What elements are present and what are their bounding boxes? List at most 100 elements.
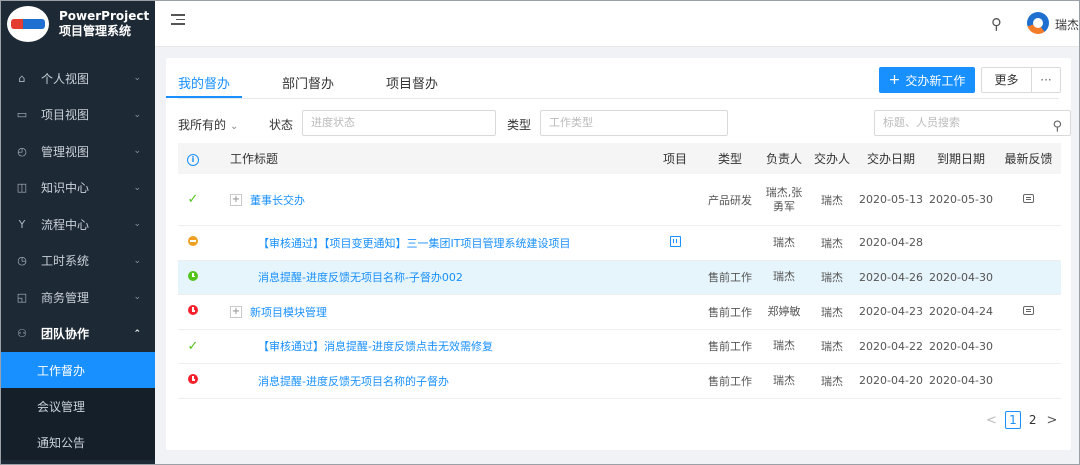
search-icon[interactable]: ⚲ (1052, 115, 1062, 139)
new-task-button[interactable]: + 交办新工作 (879, 67, 975, 93)
status-red-icon (188, 305, 198, 316)
cell-owner: 郑婷敏 (767, 304, 801, 318)
book-icon: ◫ (16, 181, 28, 195)
cell-assigner: 瑞杰 (821, 271, 843, 285)
cell-assigner: 瑞杰 (821, 236, 843, 250)
tab-0[interactable]: 我的督办 (165, 58, 243, 98)
cell-due-date: 2020-05-30 (929, 193, 993, 206)
header-due-date: 到期日期 (936, 152, 985, 166)
status-orange-icon (188, 236, 198, 247)
info-icon[interactable]: i (187, 154, 199, 166)
company-logo (7, 6, 49, 42)
table-row[interactable]: 【审核通过】【项目变更通知】三一集团IT项目管理系统建设项目 瑞杰 瑞杰 2020-0… (178, 226, 1061, 261)
sidebar-item-4[interactable]: Y 流程中心 ⌄ (1, 206, 155, 243)
prev-page-button[interactable]: < (986, 413, 997, 428)
table-row[interactable]: ✓ 【审核通过】消息提醒-进度反馈点击无效需修复 售前工作 瑞杰 瑞杰 2020-04-2… (178, 330, 1061, 364)
brand[interactable]: PowerProject 项目管理系统 (1, 1, 155, 47)
status-filter-input[interactable]: 进度状态 (302, 110, 496, 136)
task-title-link[interactable]: 董事长交办 (250, 192, 305, 208)
task-title-link[interactable]: 【审核通过】【项目变更通知】三一集团IT项目管理系统建设项目 (258, 235, 570, 251)
next-page-button[interactable]: > (1047, 413, 1058, 428)
chevron-icon: ⌄ (133, 292, 141, 303)
table-row[interactable]: ✓ + 董事长交办 产品研发 瑞杰,张勇军 瑞杰 2020-05-13 2020-05-30 (178, 174, 1061, 226)
cell-due-date: 2020-04-30 (929, 374, 993, 388)
sidebar-subitem-2[interactable]: 通知公告 (1, 424, 155, 460)
more-button[interactable]: 更多 (982, 68, 1032, 92)
project-icon[interactable] (669, 235, 681, 247)
sidebar-item-3[interactable]: ◫ 知识中心 ⌄ (1, 170, 155, 207)
cell-owner: 瑞杰 (773, 373, 795, 387)
brand-subtitle: 项目管理系统 (59, 24, 132, 38)
page-2-button[interactable]: 2 (1029, 413, 1037, 427)
search-icon[interactable]: ⚲ (991, 15, 1002, 33)
check-icon: ✓ (187, 192, 199, 207)
owner-filter-dropdown[interactable]: 我所有的 ⌄ (178, 116, 238, 133)
chevron-icon: ⌄ (133, 109, 141, 120)
cell-type: 产品研发 (708, 193, 752, 207)
table-row[interactable]: 消息提醒-进度反馈无项目名称的子督办 售前工作 瑞杰 瑞杰 2020-04-20 2020… (178, 364, 1061, 399)
home-icon: ⌂ (18, 71, 26, 85)
type-filter-label: 类型 (507, 118, 532, 132)
cell-assigner: 瑞杰 (821, 193, 843, 207)
app-window: PowerProject 项目管理系统 ⌂ 个人视图 ⌄ ▭ 项目视图 ⌄ ◴ 管理视图 ⌄ ◫ 知… (0, 0, 1080, 465)
sidebar-item-label: 工时系统 (41, 254, 90, 269)
task-title-link[interactable]: 新项目模块管理 (250, 304, 327, 320)
expand-icon[interactable]: + (230, 305, 242, 318)
chevron-icon: ⌄ (133, 73, 141, 84)
tab-bar: 我的督办 部门督办 项目督办 (165, 58, 490, 98)
search-input[interactable]: 标题、人员搜索 ⚲ (874, 110, 1071, 136)
feedback-icon[interactable] (1023, 194, 1034, 203)
tab-2[interactable]: 项目督办 (386, 58, 438, 98)
cell-owner: 瑞杰 (773, 235, 795, 249)
task-table: i 工作标题 项目 类型 负责人 交办人 交办日期 到期日期 最新反馈 ✓ + 董事… (178, 143, 1061, 399)
header-assigner: 交办人 (813, 152, 850, 166)
sidebar-item-label: 知识中心 (41, 181, 90, 196)
cell-owner: 瑞杰,张勇军 (765, 185, 803, 213)
page-1-button[interactable]: 1 (1004, 411, 1021, 429)
cell-assign-date: 2020-04-20 (859, 374, 923, 388)
sidebar-item-label: 商务管理 (41, 290, 90, 305)
sidebar-subitem-1[interactable]: 会议管理 (1, 388, 155, 424)
table-row[interactable]: 消息提醒-进度反馈无项目名称-子督办002 售前工作 瑞杰 瑞杰 2020-04-26 2… (178, 260, 1061, 295)
sidebar-subitem-0[interactable]: 工作督办 (1, 352, 155, 388)
task-title-link[interactable]: 消息提醒-进度反馈无项目名称-子督办002 (258, 269, 463, 285)
task-title-link[interactable]: 【审核通过】消息提醒-进度反馈点击无效需修复 (258, 338, 493, 354)
more-button-group: 更多 ··· (981, 67, 1061, 93)
type-filter-input[interactable]: 工作类型 (540, 110, 728, 136)
feedback-icon[interactable] (1023, 306, 1034, 316)
avatar[interactable] (1027, 12, 1049, 34)
chevron-icon: ⌄ (133, 219, 141, 230)
main-card: 我的督办 部门督办 项目督办 + 交办新工作 更多 ··· 我所有的 ⌄ 状态 进度状… (165, 58, 1071, 450)
header-type: 类型 (717, 152, 742, 166)
user-name[interactable]: 瑞杰 (1055, 16, 1079, 33)
sidebar-item-2[interactable]: ◴ 管理视图 ⌄ (1, 133, 155, 170)
cell-assign-date: 2020-04-28 (859, 236, 923, 250)
chevron-icon: ⌃ (133, 328, 141, 339)
menu-fold-icon[interactable] (171, 14, 185, 28)
new-task-label: 交办新工作 (905, 73, 966, 88)
sidebar-item-5[interactable]: ◷ 工时系统 ⌄ (1, 243, 155, 280)
cell-owner: 瑞杰 (773, 339, 795, 353)
sidebar-item-1[interactable]: ▭ 项目视图 ⌄ (1, 97, 155, 134)
header-owner: 负责人 (765, 151, 802, 166)
more-dots-icon[interactable]: ··· (1032, 73, 1060, 87)
chevron-icon: ⌄ (133, 146, 141, 157)
chevron-icon: ⌄ (133, 255, 141, 266)
cell-assigner: 瑞杰 (821, 340, 843, 354)
cell-assigner: 瑞杰 (821, 305, 843, 319)
search-placeholder: 标题、人员搜索 (883, 116, 960, 129)
sidebar-item-7[interactable]: ⚇ 团队协作 ⌃ (1, 316, 155, 353)
task-title-link[interactable]: 消息提醒-进度反馈无项目名称的子督办 (258, 373, 449, 389)
sidebar-item-label: 项目视图 (41, 108, 90, 123)
sidebar-item-6[interactable]: ◱ 商务管理 ⌄ (1, 279, 155, 316)
table-row[interactable]: + 新项目模块管理 售前工作 郑婷敏 瑞杰 2020-04-23 2020-04-24 (178, 295, 1061, 330)
pagination: < 1 2 > (986, 411, 1057, 429)
cell-due-date: 2020-04-30 (929, 339, 993, 353)
sidebar-item-0[interactable]: ⌂ 个人视图 ⌄ (1, 60, 155, 97)
cell-due-date: 2020-04-30 (929, 270, 993, 284)
plus-icon: + (888, 72, 901, 88)
cell-type: 售前工作 (708, 305, 752, 319)
expand-icon[interactable]: + (230, 193, 242, 206)
tab-1[interactable]: 部门督办 (282, 58, 334, 98)
cell-assign-date: 2020-04-26 (859, 270, 923, 284)
